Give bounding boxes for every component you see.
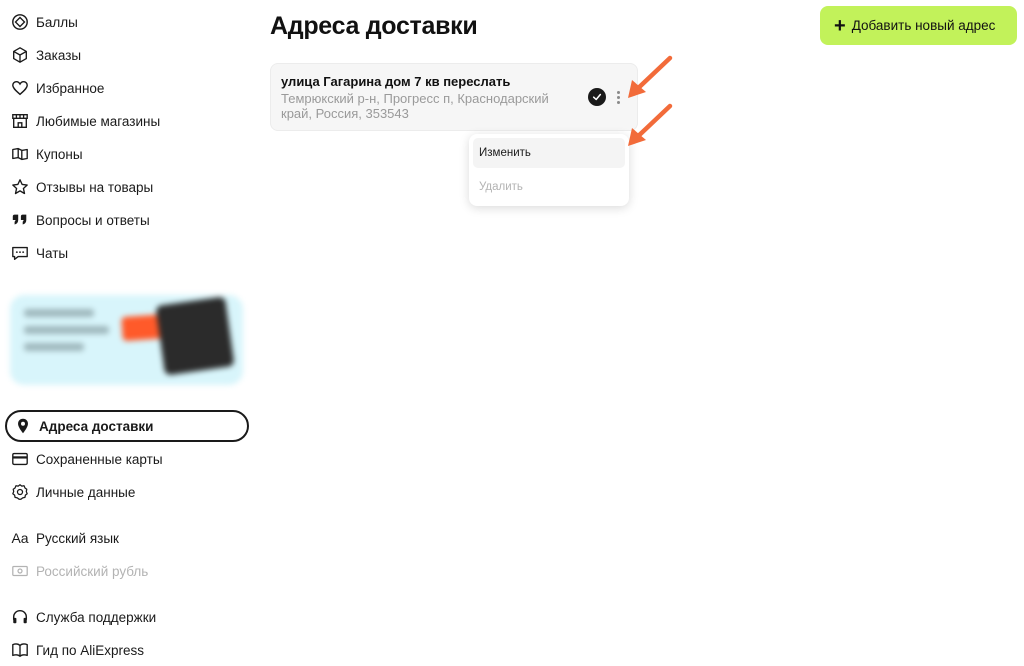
store-icon	[10, 111, 30, 131]
promo-banner[interactable]	[10, 295, 243, 385]
add-address-label: Добавить новый адрес	[851, 18, 996, 33]
sidebar-item-language[interactable]: Aa Русский язык	[10, 525, 119, 551]
box-icon	[10, 45, 30, 65]
sidebar-item-favorite-stores[interactable]: Любимые магазины	[10, 108, 160, 134]
sidebar-item-label: Заказы	[36, 47, 82, 63]
sidebar-item-label: Избранное	[36, 80, 105, 96]
default-address-check-icon	[588, 88, 606, 106]
sidebar-item-label: Баллы	[36, 14, 78, 30]
add-address-button[interactable]: + Добавить новый адрес	[820, 6, 1017, 45]
sidebar-item-label: Купоны	[36, 146, 83, 162]
edit-address-menu-item[interactable]: Изменить	[473, 138, 625, 168]
location-pin-icon	[13, 416, 33, 436]
annotation-arrow-icon	[628, 103, 673, 146]
sidebar-item-points[interactable]: Баллы	[10, 9, 78, 35]
sidebar-item-favorites[interactable]: Избранное	[10, 75, 104, 101]
sidebar-item-label: Отзывы на товары	[36, 179, 154, 195]
sidebar-item-label: Русский язык	[36, 530, 119, 546]
sidebar-item-label: Гид по AliExpress	[36, 642, 145, 658]
points-icon	[10, 12, 30, 32]
sidebar-item-label: Служба поддержки	[36, 609, 157, 625]
sidebar-item-label: Любимые магазины	[36, 113, 161, 129]
sidebar-item-questions[interactable]: Вопросы и ответы	[10, 207, 150, 233]
address-title: улица Гагарина дом 7 кв переслать	[281, 74, 511, 89]
annotation-arrow-icon	[628, 55, 673, 98]
sidebar-item-currency: Российский рубль	[10, 558, 148, 584]
sidebar: Баллы Заказы Избранное Любимые магазины …	[0, 0, 252, 666]
sidebar-item-personal-data[interactable]: Личные данные	[10, 479, 135, 505]
sidebar-item-saved-cards[interactable]: Сохраненные карты	[10, 446, 163, 472]
sidebar-item-chats[interactable]: Чаты	[10, 240, 68, 266]
sidebar-item-delivery-addresses[interactable]: Адреса доставки	[5, 410, 249, 442]
card-icon	[10, 449, 30, 469]
page-title: Адреса доставки	[270, 12, 478, 40]
sidebar-item-guide[interactable]: Гид по AliExpress	[10, 637, 144, 663]
star-icon	[10, 177, 30, 197]
sidebar-item-coupons[interactable]: Купоны	[10, 141, 83, 167]
sidebar-item-label: Вопросы и ответы	[36, 212, 150, 228]
sidebar-item-label: Личные данные	[36, 484, 136, 500]
chat-icon	[10, 243, 30, 263]
promo-text-blurred	[24, 309, 114, 359]
headphones-icon	[10, 607, 30, 627]
gear-icon	[10, 482, 30, 502]
sidebar-item-orders[interactable]: Заказы	[10, 42, 81, 68]
language-icon: Aa	[11, 530, 29, 546]
sidebar-item-label: Адреса доставки	[39, 418, 154, 434]
sidebar-item-reviews[interactable]: Отзывы на товары	[10, 174, 153, 200]
sidebar-item-label: Сохраненные карты	[36, 451, 163, 467]
address-options-menu: Изменить Удалить	[469, 134, 629, 206]
sidebar-item-label: Чаты	[36, 245, 69, 261]
heart-icon	[10, 78, 30, 98]
sidebar-item-support[interactable]: Служба поддержки	[10, 604, 156, 630]
delete-address-menu-item[interactable]: Удалить	[473, 172, 625, 202]
promo-product-image	[155, 296, 235, 376]
address-details: Темрюкский р-н, Прогресс п, Краснодарски…	[281, 91, 549, 121]
currency-icon	[10, 561, 30, 581]
quote-icon	[10, 210, 30, 230]
book-icon	[10, 640, 30, 660]
coupon-icon	[10, 144, 30, 164]
plus-icon: +	[834, 14, 846, 37]
sidebar-item-label: Российский рубль	[36, 563, 149, 579]
address-card[interactable]: улица Гагарина дом 7 кв переслать Темрюк…	[270, 63, 638, 131]
